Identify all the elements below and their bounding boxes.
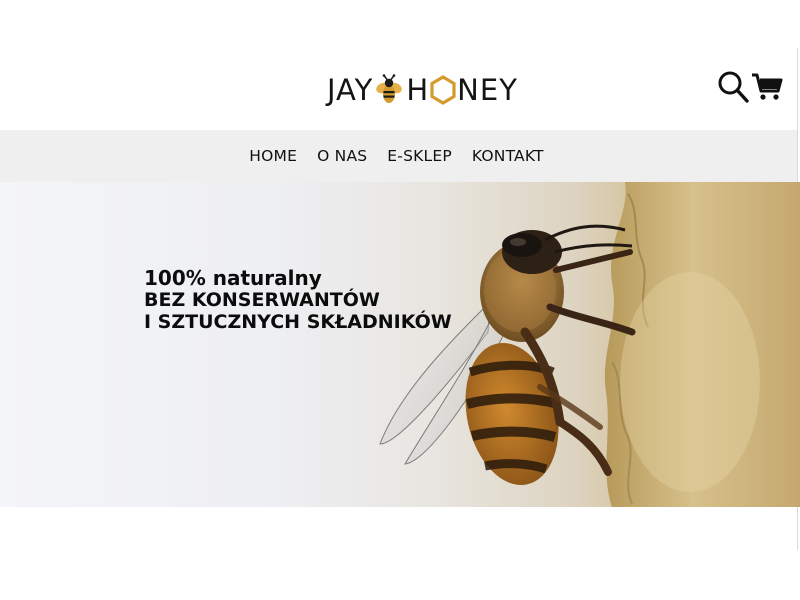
site-logo[interactable]: JAY H NEY (327, 70, 518, 110)
hero-line-2: BEZ KONSERWANTÓW (144, 289, 380, 311)
main-navigation: HOME O NAS E-SKLEP KONTAKT (0, 130, 797, 182)
header-actions (717, 70, 783, 109)
bee-logo-icon (374, 73, 404, 107)
page: JAY H NEY HOME O NAS E-SKLEP KONTAKT 100… (0, 0, 800, 600)
nav-item-e-sklep[interactable]: E-SKLEP (377, 147, 462, 165)
nav-item-home[interactable]: HOME (239, 147, 307, 165)
logo-text-jay: JAY (327, 72, 374, 107)
hero-tagline: 100% naturalny BEZ KONSERWANTÓW I SZTUCZ… (144, 267, 452, 333)
nav-item-o-nas[interactable]: O NAS (307, 147, 377, 165)
hero-line-3: I SZTUCZNYCH SKŁADNIKÓW (144, 311, 452, 333)
search-icon[interactable] (717, 70, 749, 109)
hero-banner: 100% naturalny BEZ KONSERWANTÓW I SZTUCZ… (0, 182, 800, 507)
cart-icon[interactable] (751, 71, 783, 108)
logo-text-ney: NEY (457, 72, 518, 107)
bee-photo (379, 182, 800, 507)
logo-text-h: H (406, 72, 430, 107)
site-header: JAY H NEY (0, 0, 800, 130)
hexagon-o-icon (430, 75, 456, 105)
hero-line-1: 100% naturalny (144, 266, 322, 290)
nav-item-kontakt[interactable]: KONTAKT (462, 147, 554, 165)
